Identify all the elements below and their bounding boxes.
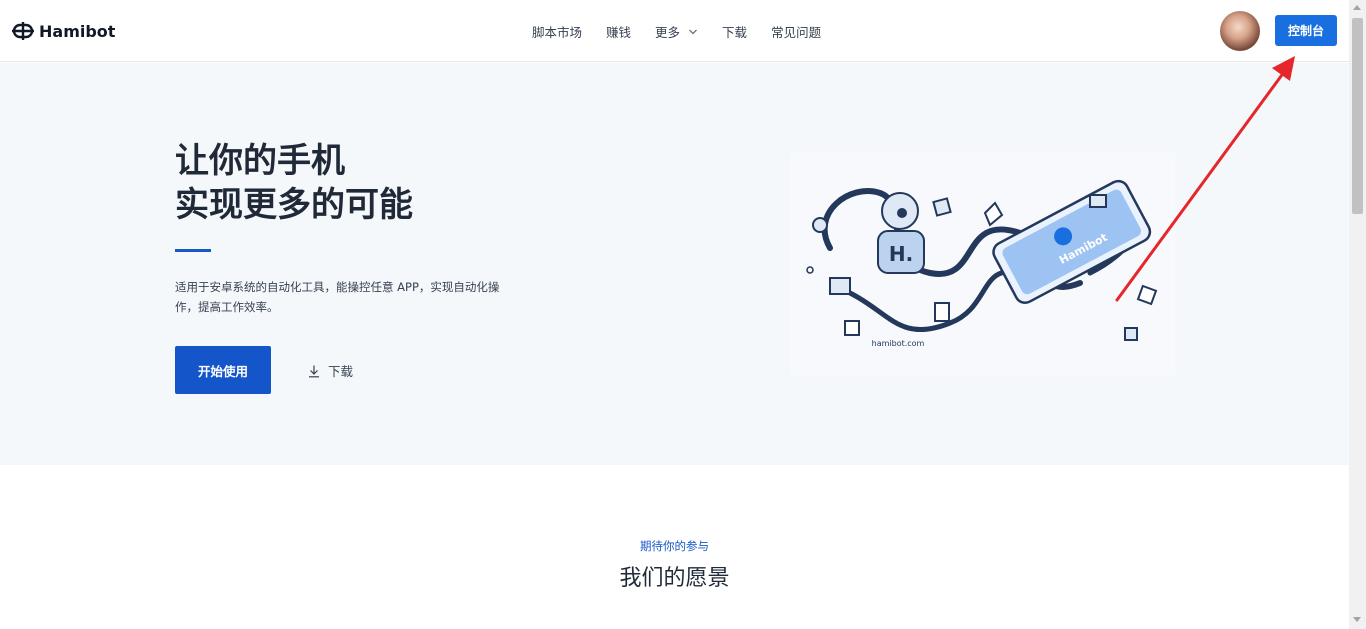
hamibot-logo-icon xyxy=(12,22,34,40)
top-header: Hamibot 脚本市场 赚钱 更多 下载 常见问题 控制台 xyxy=(0,0,1349,62)
illustration-caption: hamibot.com xyxy=(872,339,925,348)
nav-faq[interactable]: 常见问题 xyxy=(771,22,821,41)
hero-section: 让你的手机 实现更多的可能 适用于安卓系统的自动化工具，能操控任意 APP，实现… xyxy=(0,63,1349,465)
hero-title: 让你的手机 实现更多的可能 xyxy=(175,139,413,227)
svg-text:H.: H. xyxy=(889,242,913,266)
main-nav: 脚本市场 赚钱 更多 下载 常见问题 xyxy=(532,22,845,41)
nav-more[interactable]: 更多 xyxy=(655,22,698,41)
hero-title-line1: 让你的手机 xyxy=(175,141,345,181)
start-using-button[interactable]: 开始使用 xyxy=(175,346,271,394)
section-title: 我们的愿景 xyxy=(619,566,730,591)
nav-earn-money[interactable]: 赚钱 xyxy=(606,22,631,41)
download-link-label: 下载 xyxy=(328,364,354,379)
console-button[interactable]: 控制台 xyxy=(1275,15,1337,46)
nav-script-market[interactable]: 脚本市场 xyxy=(532,22,582,41)
chevron-down-icon xyxy=(689,29,698,34)
vertical-scrollbar[interactable] xyxy=(1349,0,1366,629)
download-icon xyxy=(309,365,319,377)
hero-description: 适用于安卓系统的自动化工具，能操控任意 APP，实现自动化操作，提高工作效率。 xyxy=(175,280,500,314)
download-link[interactable]: 下载 xyxy=(307,361,353,380)
accent-divider xyxy=(175,249,211,252)
nav-download[interactable]: 下载 xyxy=(722,22,747,41)
scroll-down-arrow-icon[interactable] xyxy=(1353,617,1361,622)
scroll-up-arrow-icon[interactable] xyxy=(1353,5,1361,10)
brand-name: Hamibot xyxy=(39,21,116,41)
user-avatar[interactable] xyxy=(1220,11,1260,51)
nav-more-label: 更多 xyxy=(655,25,681,40)
scrollbar-thumb[interactable] xyxy=(1352,18,1363,214)
section-subtitle: 期待你的参与 xyxy=(640,539,709,553)
brand-logo[interactable]: Hamibot xyxy=(12,19,115,43)
robot-phone-illustration: H. Hamibot hamibot.com xyxy=(790,153,1175,375)
hero-title-line2: 实现更多的可能 xyxy=(175,185,413,225)
